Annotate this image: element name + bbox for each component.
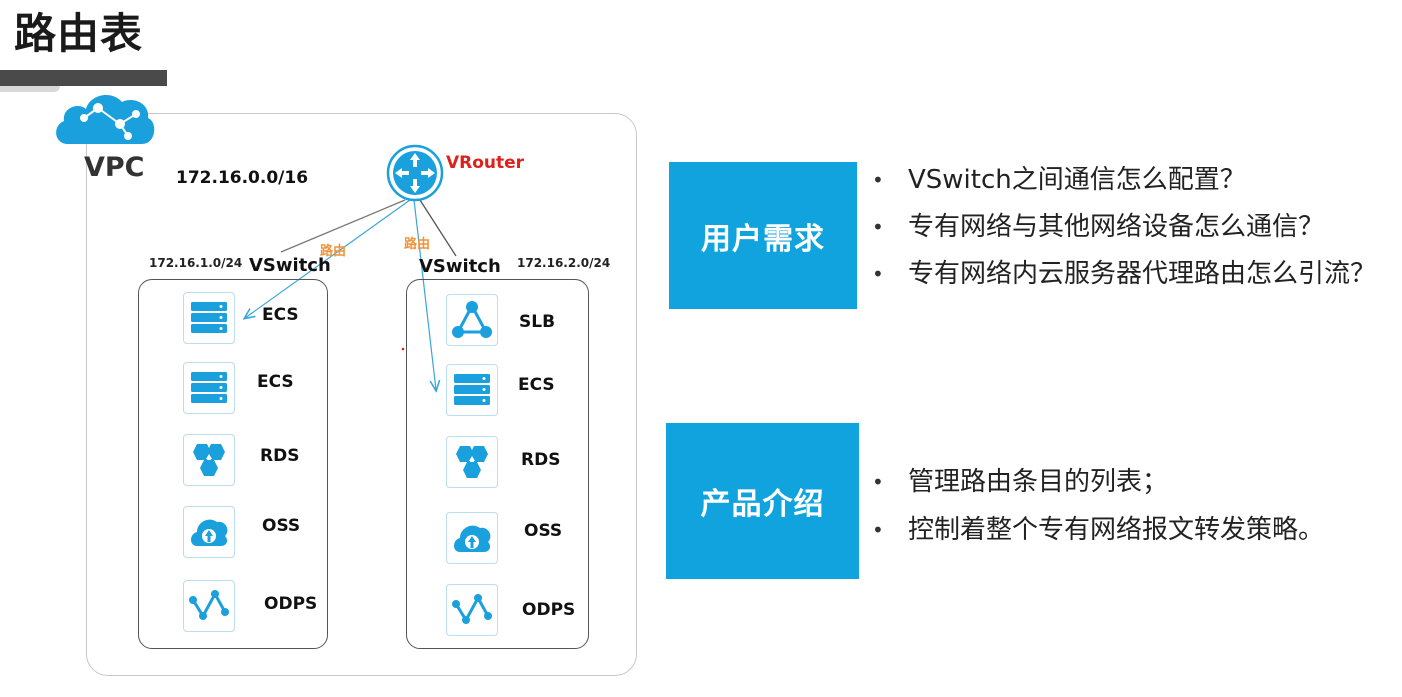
product-intro-item: 控制着整个专有网络报文转发策略。 (872, 514, 1324, 546)
vswitch1-cidr: 172.16.1.0/24 (149, 256, 243, 270)
product-intro-card: 产品介绍 (666, 423, 859, 579)
ecs-server-icon (446, 364, 498, 416)
user-needs-item: VSwitch之间通信怎么配置？ (872, 164, 1376, 196)
user-needs-item: 专有网络内云服务器代理路由怎么引流？ (872, 258, 1376, 290)
vswitch1-service-label: RDS (260, 446, 300, 466)
product-intro-item: 管理路由条目的列表； (872, 466, 1324, 498)
title-underline-bar (0, 70, 167, 86)
vswitch2-service-label: RDS (521, 450, 561, 470)
vpc-label: VPC (84, 152, 145, 183)
page-title: 路由表 (14, 9, 144, 58)
vswitch2-service-label: ECS (518, 375, 555, 395)
oss-storage-icon (446, 512, 498, 564)
vrouter-label: VRouter (446, 153, 525, 173)
vpc-cidr: 172.16.0.0/16 (176, 168, 309, 188)
vswitch1-service-label: ECS (257, 372, 294, 392)
ecs-server-icon (183, 292, 235, 344)
vpc-cloud-icon (50, 88, 158, 152)
user-needs-list: VSwitch之间通信怎么配置？ 专有网络与其他网络设备怎么通信？ 专有网络内云… (872, 164, 1376, 290)
user-needs-item: 专有网络与其他网络设备怎么通信？ (872, 211, 1376, 243)
vswitch2-label: VSwitch (419, 256, 501, 277)
odps-compute-icon (183, 580, 235, 632)
rds-database-icon (183, 434, 235, 486)
product-intro-list: 管理路由条目的列表； 控制着整个专有网络报文转发策略。 (872, 466, 1324, 546)
vswitch2-service-label: OSS (524, 521, 563, 541)
route-label-right: 路由 (404, 237, 431, 252)
vswitch2-cidr: 172.16.2.0/24 (517, 256, 611, 270)
ecs-server-icon (183, 362, 235, 414)
vswitch2-service-label: ODPS (522, 600, 576, 620)
odps-compute-icon (446, 584, 498, 636)
slb-balancer-icon (446, 294, 498, 346)
user-needs-card: 用户需求 (669, 162, 857, 309)
vrouter-icon (386, 144, 444, 202)
rds-database-icon (446, 436, 498, 488)
oss-storage-icon (183, 506, 235, 558)
vswitch1-label: VSwitch (249, 255, 331, 276)
vswitch1-service-label: ECS (262, 305, 299, 325)
vswitch1-service-label: OSS (262, 516, 301, 536)
vswitch2-service-label: SLB (519, 312, 556, 332)
vswitch1-service-label: ODPS (264, 594, 318, 614)
